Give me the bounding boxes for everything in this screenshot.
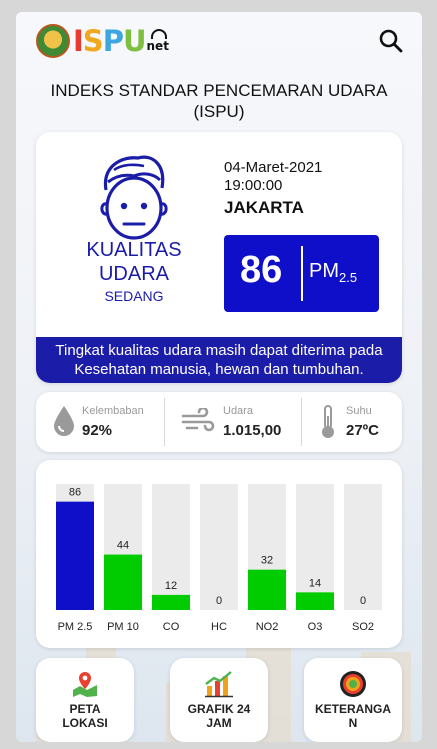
bar-pm25 [56, 501, 94, 610]
bar-value-label: 86 [69, 487, 81, 499]
bar-value-label: 14 [309, 577, 321, 589]
weather-card: Kelembaban 92% Udara 1.015,00 Suhu 27ºC [36, 392, 402, 452]
quality-description: Tingkat kualitas udara masih dapat diter… [36, 337, 402, 383]
bar-value-label: 0 [216, 595, 222, 607]
measurement-date: 04-Maret-2021 [224, 159, 323, 176]
legend-info-button[interactable]: KETERANGA N [304, 658, 402, 742]
temperature-label: Suhu [346, 405, 372, 417]
bar-track [344, 484, 382, 610]
logo-wordmark: ISPU [73, 24, 146, 58]
bar-track [200, 484, 238, 610]
thermometer-icon [322, 405, 334, 438]
map-location-button[interactable]: PETA LOKASI [36, 658, 134, 742]
humidity-drop-icon [54, 406, 74, 436]
aqi-value-box: 86 PM2.5 [224, 235, 379, 312]
bar-value-label: 12 [165, 580, 177, 592]
city-name: JAKARTA [224, 198, 304, 217]
category-label: CO [163, 621, 180, 633]
category-label: PM 10 [107, 621, 139, 633]
chart-24h-button[interactable]: GRAFIK 24 JAM [170, 658, 268, 742]
quality-status: SEDANG [104, 288, 164, 304]
bar-no2 [248, 569, 286, 610]
category-label: O3 [308, 621, 323, 633]
nav-label: GRAFIK 24 JAM [187, 702, 251, 730]
bar-chart-icon [205, 671, 233, 698]
aqi-value: 86 [240, 249, 283, 291]
category-label: HC [211, 621, 227, 633]
pollutant-bar-chart: 86 PM 2.5 44 PM 10 12 CO 0 HC 32 NO2 14 O3 0 SO2 [56, 484, 382, 633]
bar-value-label: 32 [261, 555, 273, 567]
bar-value-label: 44 [117, 540, 129, 552]
pollutant-chart-card: 86 PM 2.5 44 PM 10 12 CO 0 HC 32 NO2 14 O3 0 SO2 [36, 460, 402, 648]
air-quality-card: KUALITAS UDARA SEDANG 04-Maret-2021 19:0… [36, 132, 402, 383]
bar-o3 [296, 592, 334, 610]
bar-co [152, 594, 190, 610]
humidity-value: 92% [82, 422, 113, 439]
nav-label: PETA LOKASI [62, 702, 108, 730]
top-bar: ISPU net [16, 12, 422, 74]
map-pin-icon [73, 672, 97, 697]
app-screen: ISPU net INDEKS STANDAR PENCEMARAN UDARA… [16, 12, 422, 742]
temperature-cell: Suhu 27ºC [302, 392, 402, 452]
face-status-icon [100, 155, 168, 240]
aqi-divider [301, 246, 303, 301]
aqi-parameter: PM2.5 [309, 260, 358, 285]
air-pressure-label: Udara [223, 405, 253, 417]
category-label: SO2 [352, 621, 374, 633]
air-pressure-value: 1.015,00 [223, 422, 282, 439]
nav-label: KETERANGA N [314, 702, 391, 730]
measurement-time: 19:00:00 [224, 177, 283, 194]
humidity-label: Kelembaban [82, 405, 144, 417]
emblem-icon [36, 24, 70, 58]
logo-suffix: net [146, 29, 169, 53]
app-logo: ISPU net [36, 24, 169, 58]
bar-value-label: 0 [360, 595, 366, 607]
info-legend-icon [340, 671, 366, 697]
search-icon [379, 29, 403, 53]
category-label: NO2 [256, 621, 279, 633]
category-label: PM 2.5 [58, 621, 93, 633]
page-title: INDEKS STANDAR PENCEMARAN UDARA (ISPU) [50, 81, 388, 121]
quality-label: KUALITAS UDARA [86, 239, 182, 285]
bar-pm10 [104, 554, 142, 610]
temperature-value: 27ºC [346, 422, 379, 439]
wind-icon [181, 408, 215, 432]
search-button[interactable] [378, 28, 404, 54]
wind-cell: Udara 1.015,00 [165, 392, 301, 452]
humidity-cell: Kelembaban 92% [36, 392, 164, 452]
bar-track [296, 484, 334, 610]
